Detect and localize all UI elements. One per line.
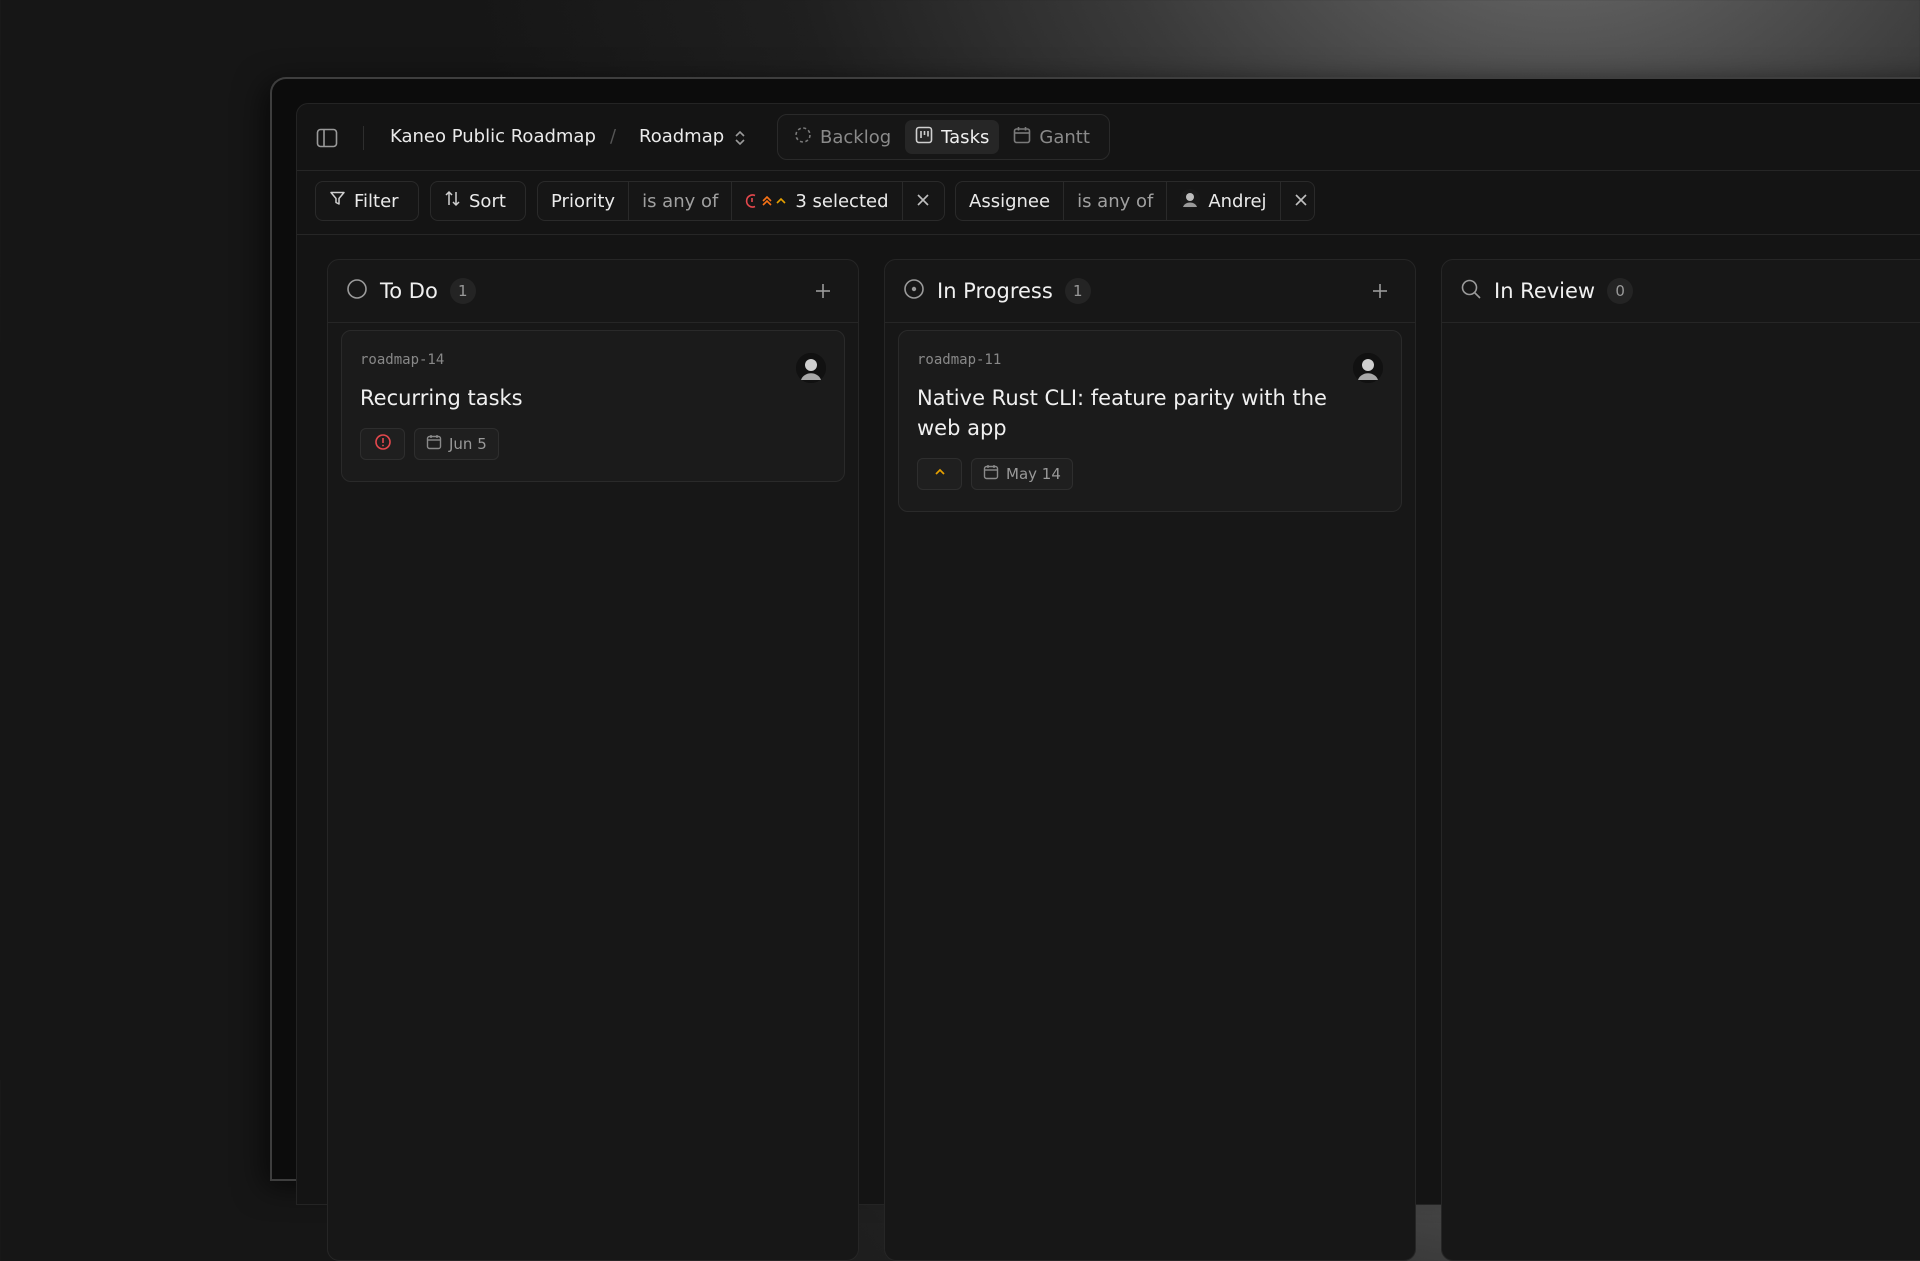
breadcrumb-board[interactable]: Roadmap xyxy=(639,126,724,147)
chevron-up-icon xyxy=(776,197,786,204)
task-card[interactable]: roadmap-14 Recurring tasks Jun 5 xyxy=(341,330,845,482)
search-icon xyxy=(1460,278,1482,304)
due-date-chip[interactable]: Jun 5 xyxy=(414,428,499,460)
count-badge: 0 xyxy=(1607,278,1634,304)
priority-filter-value[interactable]: 3 selected xyxy=(732,182,903,220)
avatar[interactable] xyxy=(1353,353,1383,383)
sort-label: Sort xyxy=(469,190,506,212)
kanban-icon xyxy=(915,126,933,149)
sort-icon xyxy=(444,190,461,212)
priority-filter-chip: Priority is any of 3 selected xyxy=(537,181,945,221)
backlog-icon xyxy=(794,126,812,149)
task-meta: Jun 5 xyxy=(360,428,499,460)
column-in-review: In Review 0 xyxy=(1441,259,1920,1261)
column-header: In Review 0 xyxy=(1442,260,1920,323)
tab-tasks[interactable]: Tasks xyxy=(905,120,1000,154)
chevron-updown-icon[interactable] xyxy=(732,128,748,148)
column-title: To Do xyxy=(380,279,438,303)
filter-button[interactable]: Filter xyxy=(315,181,419,221)
plus-icon[interactable] xyxy=(1367,278,1393,304)
close-icon xyxy=(1294,191,1308,212)
tab-tasks-label: Tasks xyxy=(941,126,990,148)
sidebar-toggle-icon[interactable] xyxy=(313,124,341,152)
task-card[interactable]: roadmap-11 Native Rust CLI: feature pari… xyxy=(898,330,1402,512)
count-badge: 1 xyxy=(449,278,476,304)
column-header: In Progress 1 xyxy=(885,260,1415,323)
app-window: Kaneo Public Roadmap / Roadmap Backlog T… xyxy=(296,103,1920,1261)
funnel-icon xyxy=(329,190,346,212)
assignee-filter-field[interactable]: Assignee xyxy=(956,182,1065,220)
task-title: Recurring tasks xyxy=(360,386,523,410)
column-todo: To Do 1 roadmap-14 Recurring tasks Jun 5 xyxy=(327,259,859,1261)
tab-gantt[interactable]: Gantt xyxy=(1003,120,1100,154)
column-title: In Review xyxy=(1494,279,1596,303)
priority-chip[interactable] xyxy=(360,428,405,460)
due-date: May 14 xyxy=(1006,465,1061,483)
task-id: roadmap-11 xyxy=(917,352,1002,368)
breadcrumb-separator: / xyxy=(610,126,617,147)
priority-filter-field[interactable]: Priority xyxy=(538,182,630,220)
divider xyxy=(363,126,364,150)
urgent-icon xyxy=(746,194,756,208)
count-badge: 1 xyxy=(1064,278,1091,304)
tab-backlog[interactable]: Backlog xyxy=(784,120,901,154)
chevron-up-icon xyxy=(932,464,948,484)
chevrons-up-icon xyxy=(762,195,772,206)
plus-icon[interactable] xyxy=(810,278,836,304)
avatar[interactable] xyxy=(796,353,826,383)
column-in-progress: In Progress 1 roadmap-11 Native Rust CLI… xyxy=(884,259,1416,1261)
task-id: roadmap-14 xyxy=(360,352,445,368)
circle-icon xyxy=(346,278,368,304)
column-header: To Do 1 xyxy=(328,260,858,323)
calendar-icon xyxy=(1013,126,1031,149)
priority-filter-operator[interactable]: is any of xyxy=(629,182,733,220)
sort-button[interactable]: Sort xyxy=(430,181,526,221)
priority-filter-remove[interactable] xyxy=(903,182,943,220)
circle-dot-icon xyxy=(903,278,925,304)
close-icon xyxy=(916,191,930,212)
calendar-icon xyxy=(426,434,442,454)
calendar-icon xyxy=(983,464,999,484)
due-date-chip[interactable]: May 14 xyxy=(971,458,1073,490)
tab-gantt-label: Gantt xyxy=(1039,126,1090,148)
assignee-filter-remove[interactable] xyxy=(1281,182,1321,220)
priority-chip[interactable] xyxy=(917,458,962,490)
assignee-filter-operator[interactable]: is any of xyxy=(1064,182,1168,220)
assignee-filter-value[interactable]: Andrej xyxy=(1167,182,1281,220)
filter-label: Filter xyxy=(354,190,399,212)
view-switcher: Backlog Tasks Gantt xyxy=(777,114,1110,160)
due-date: Jun 5 xyxy=(449,435,487,453)
column-title: In Progress xyxy=(937,279,1053,303)
assignee-filter-chip: Assignee is any of Andrej xyxy=(955,181,1315,221)
tab-backlog-label: Backlog xyxy=(820,126,892,148)
task-title: Native Rust CLI: feature parity with the… xyxy=(917,386,1327,440)
breadcrumb-project[interactable]: Kaneo Public Roadmap xyxy=(390,126,596,147)
urgent-alert-icon xyxy=(374,433,392,455)
top-bar: Kaneo Public Roadmap / Roadmap Backlog T… xyxy=(297,104,1920,171)
avatar xyxy=(1180,188,1201,214)
task-meta: May 14 xyxy=(917,458,1073,490)
filter-bar: Filter Sort Priority is any of 3 selecte… xyxy=(297,170,1920,235)
priority-icons xyxy=(745,193,787,209)
